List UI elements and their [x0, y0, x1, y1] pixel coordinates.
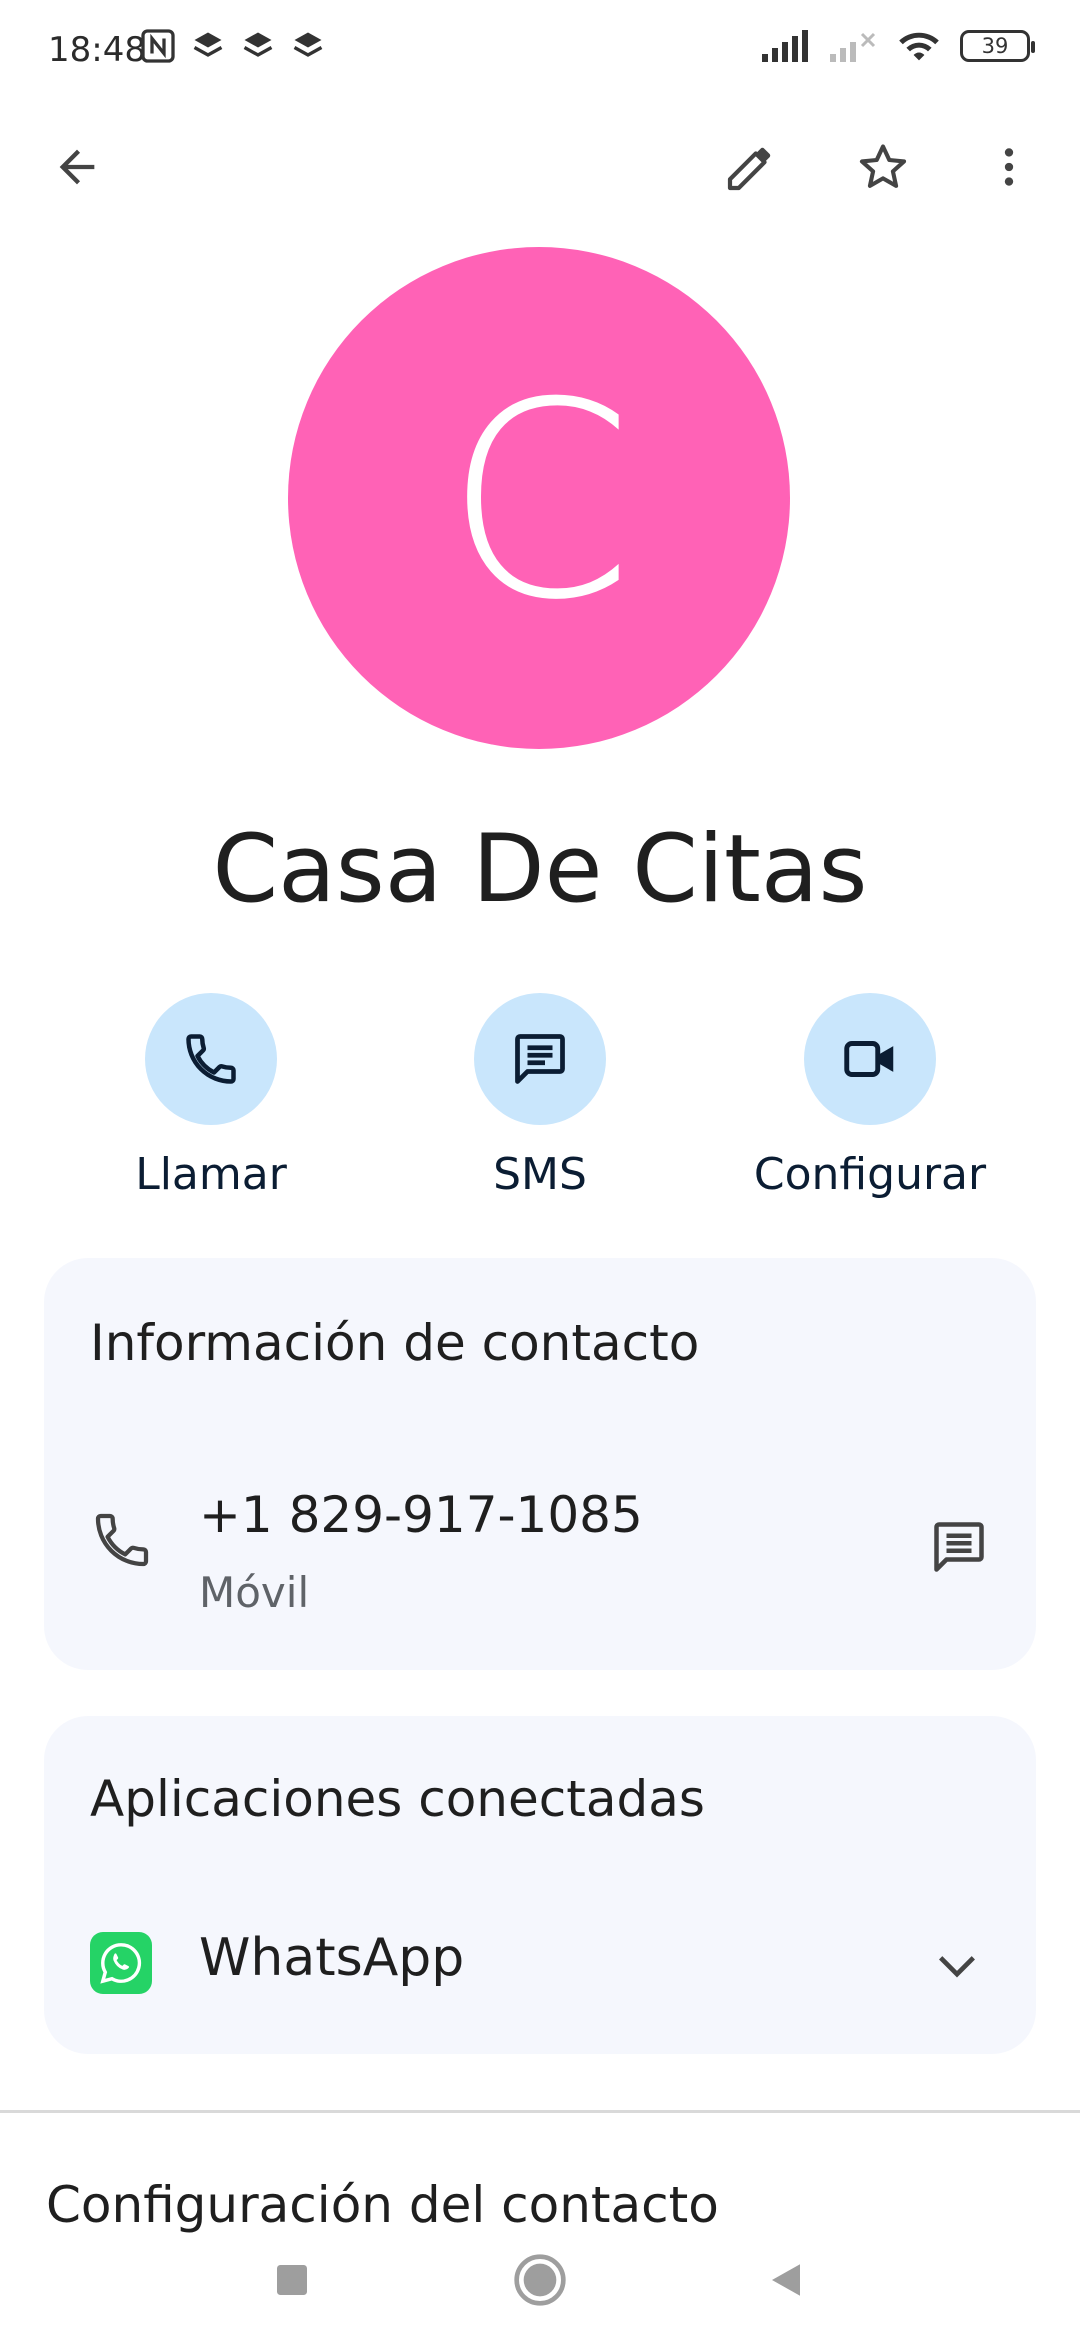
video-action[interactable]: Configurar	[720, 993, 1020, 1213]
whatsapp-logo-icon	[100, 1943, 142, 1984]
back-nav-button[interactable]	[746, 2240, 826, 2320]
video-camera-icon	[844, 1041, 894, 1077]
arrow-left-icon	[59, 149, 95, 185]
circle-icon	[514, 2254, 566, 2306]
connected-apps-title: Aplicaciones conectadas	[90, 1770, 705, 1828]
contact-info-card: Información de contacto +1 829-917-1085 …	[44, 1258, 1036, 1670]
contact-name: Casa De Citas	[212, 815, 868, 924]
notification-icons	[140, 28, 326, 64]
sms-label: SMS	[493, 1149, 587, 1200]
layers-icon	[293, 32, 323, 57]
home-button[interactable]	[500, 2240, 580, 2320]
navigation-bar	[0, 2220, 1080, 2340]
favorite-button[interactable]	[838, 122, 928, 212]
phone-icon	[95, 1513, 149, 1567]
phone-icon	[186, 1034, 236, 1084]
video-button[interactable]	[804, 993, 936, 1125]
triangle-back-icon	[772, 2264, 800, 2296]
star-outline-icon	[859, 144, 907, 188]
send-sms-button[interactable]	[914, 1502, 1004, 1592]
more-options-button[interactable]	[964, 122, 1054, 212]
expand-apps-button[interactable]	[912, 1921, 1002, 2011]
sms-button[interactable]	[474, 993, 606, 1125]
avatar-initial: C	[444, 344, 634, 659]
signal-off-icon	[830, 32, 876, 62]
status-bar: 18:48 39	[0, 0, 1080, 100]
wifi-icon	[899, 32, 939, 61]
call-label: Llamar	[135, 1149, 287, 1200]
back-button[interactable]	[32, 122, 122, 212]
system-icons: 39	[760, 28, 1035, 64]
message-icon	[515, 1034, 565, 1084]
contact-info-title: Información de contacto	[90, 1314, 700, 1372]
section-divider	[0, 2110, 1080, 2113]
status-time: 18:48	[48, 30, 146, 70]
connected-apps-card: Aplicaciones conectadas WhatsApp	[44, 1716, 1036, 2054]
edit-button[interactable]	[706, 122, 796, 212]
sms-action[interactable]: SMS	[390, 993, 690, 1213]
phone-number: +1 829-917-1085	[199, 1486, 643, 1544]
layers-icon	[243, 32, 273, 57]
phone-row[interactable]	[44, 1448, 1036, 1648]
battery-level: 39	[981, 34, 1009, 58]
pencil-icon	[727, 147, 771, 191]
phone-type: Móvil	[199, 1568, 310, 1617]
layers-icon	[193, 32, 223, 57]
whatsapp-icon	[90, 1932, 152, 1994]
nfc-icon	[141, 29, 175, 63]
signal-icon	[762, 30, 808, 62]
call-action[interactable]: Llamar	[61, 993, 361, 1213]
video-label: Configurar	[753, 1149, 987, 1200]
chevron-down-icon	[939, 1956, 975, 1978]
more-vert-icon	[1004, 148, 1014, 186]
recents-button[interactable]	[252, 2240, 332, 2320]
contact-avatar[interactable]: C	[288, 247, 790, 749]
square-icon	[277, 2265, 307, 2295]
battery-icon: 39	[960, 30, 1035, 62]
call-button[interactable]	[145, 993, 277, 1125]
whatsapp-label: WhatsApp	[199, 1928, 465, 1988]
message-icon	[934, 1522, 984, 1572]
